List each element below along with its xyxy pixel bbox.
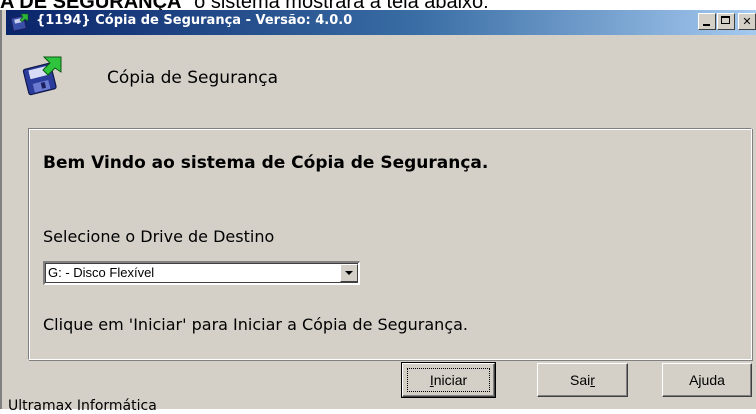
exit-button[interactable]: Sair xyxy=(537,363,628,397)
chevron-down-icon xyxy=(345,271,353,275)
window-title: {1194} Cópia de Segurança - Versão: 4.0.… xyxy=(36,13,353,28)
exit-button-label: Sair xyxy=(570,372,595,388)
maximize-button[interactable] xyxy=(717,13,735,30)
start-button[interactable]: Iniciar xyxy=(401,362,496,398)
instruction-text: Clique em 'Iniciar' para Iniciar a Cópia… xyxy=(43,315,468,334)
backup-disk-icon xyxy=(22,56,62,96)
drive-label: Selecione o Drive de Destino xyxy=(43,227,275,246)
help-button-label: Ajuda xyxy=(689,372,725,388)
backup-disk-icon xyxy=(10,13,29,32)
welcome-text: Bem Vindo ao sistema de Cópia de Seguran… xyxy=(43,153,489,173)
minimize-icon xyxy=(703,24,710,26)
drive-dropdown-button[interactable] xyxy=(340,264,358,282)
close-icon: ✕ xyxy=(742,15,752,28)
title-bar[interactable]: {1194} Cópia de Segurança - Versão: 4.0.… xyxy=(6,10,756,35)
minimize-button[interactable] xyxy=(698,13,716,30)
drive-select-value: G: - Disco Flexível xyxy=(48,265,155,280)
company-label: Ultramax Informática xyxy=(8,398,157,414)
caption-buttons: ✕ xyxy=(697,13,756,30)
drive-select[interactable]: G: - Disco Flexível xyxy=(43,261,360,285)
help-button[interactable]: Ajuda xyxy=(662,363,752,397)
backup-window: {1194} Cópia de Segurança - Versão: 4.0.… xyxy=(0,10,756,414)
close-button[interactable]: ✕ xyxy=(738,13,756,30)
page-title: Cópia de Segurança xyxy=(107,68,279,88)
start-button-label: Iniciar xyxy=(429,372,468,388)
maximize-icon xyxy=(721,16,730,24)
backup-group-box: Bem Vindo ao sistema de Cópia de Seguran… xyxy=(28,128,752,360)
